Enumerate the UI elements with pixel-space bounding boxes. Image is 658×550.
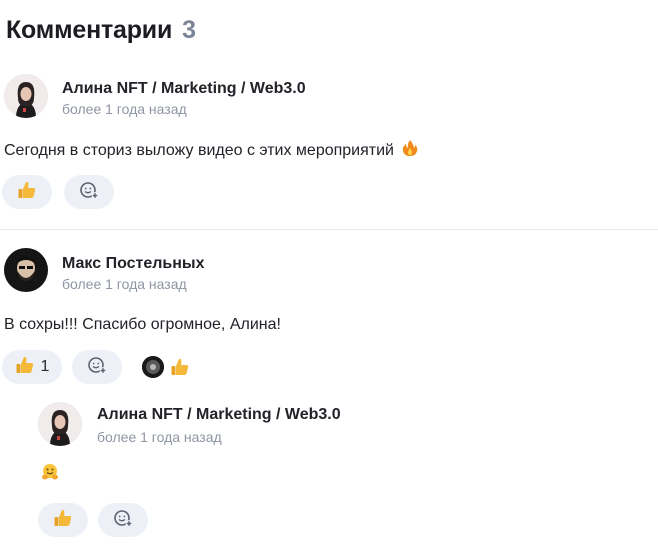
like-button[interactable] — [38, 503, 88, 537]
reactor-avatar — [142, 356, 164, 378]
avatar[interactable] — [4, 74, 48, 118]
comment-text: Сегодня в сториз выложу видео с этих мер… — [4, 139, 418, 162]
avatar[interactable] — [4, 248, 48, 292]
comment-timestamp: более 1 года назад — [62, 101, 187, 117]
reactor-summary[interactable] — [142, 355, 194, 379]
like-button[interactable] — [2, 175, 52, 209]
thumbs-up-icon — [53, 508, 73, 533]
comment-text-content: Сегодня в сториз выложу видео с этих мер… — [4, 142, 394, 159]
add-reaction-button[interactable] — [72, 350, 122, 384]
comment-author[interactable]: Алина NFT / Marketing / Web3.0 — [97, 406, 341, 424]
avatar[interactable] — [38, 402, 82, 446]
comments-count: 3 — [182, 16, 196, 44]
comment-author[interactable]: Макс Постельных — [62, 255, 204, 273]
comment-text — [40, 462, 60, 487]
comment-timestamp: более 1 года назад — [62, 276, 187, 292]
comment-timestamp: более 1 года назад — [97, 429, 222, 445]
thumbs-up-icon — [15, 355, 35, 380]
comment-author[interactable]: Алина NFT / Marketing / Web3.0 — [62, 80, 306, 98]
add-reaction-button[interactable] — [64, 175, 114, 209]
add-reaction-icon — [79, 180, 99, 205]
comments-title-label: Комментарии — [6, 16, 173, 44]
like-button[interactable]: 1 — [2, 350, 62, 384]
add-reaction-button[interactable] — [98, 503, 148, 537]
comment-text: В сохры!!! Спасибо огромное, Алина! — [4, 316, 281, 333]
like-count: 1 — [40, 358, 50, 375]
thumbs-up-icon — [17, 180, 37, 205]
add-reaction-icon — [87, 355, 107, 380]
comments-title: Комментарии 3 — [6, 16, 196, 45]
hug-icon — [40, 464, 60, 486]
fire-icon — [402, 139, 418, 162]
thumbs-up-icon — [170, 357, 190, 382]
divider — [0, 229, 658, 230]
add-reaction-icon — [113, 508, 133, 533]
